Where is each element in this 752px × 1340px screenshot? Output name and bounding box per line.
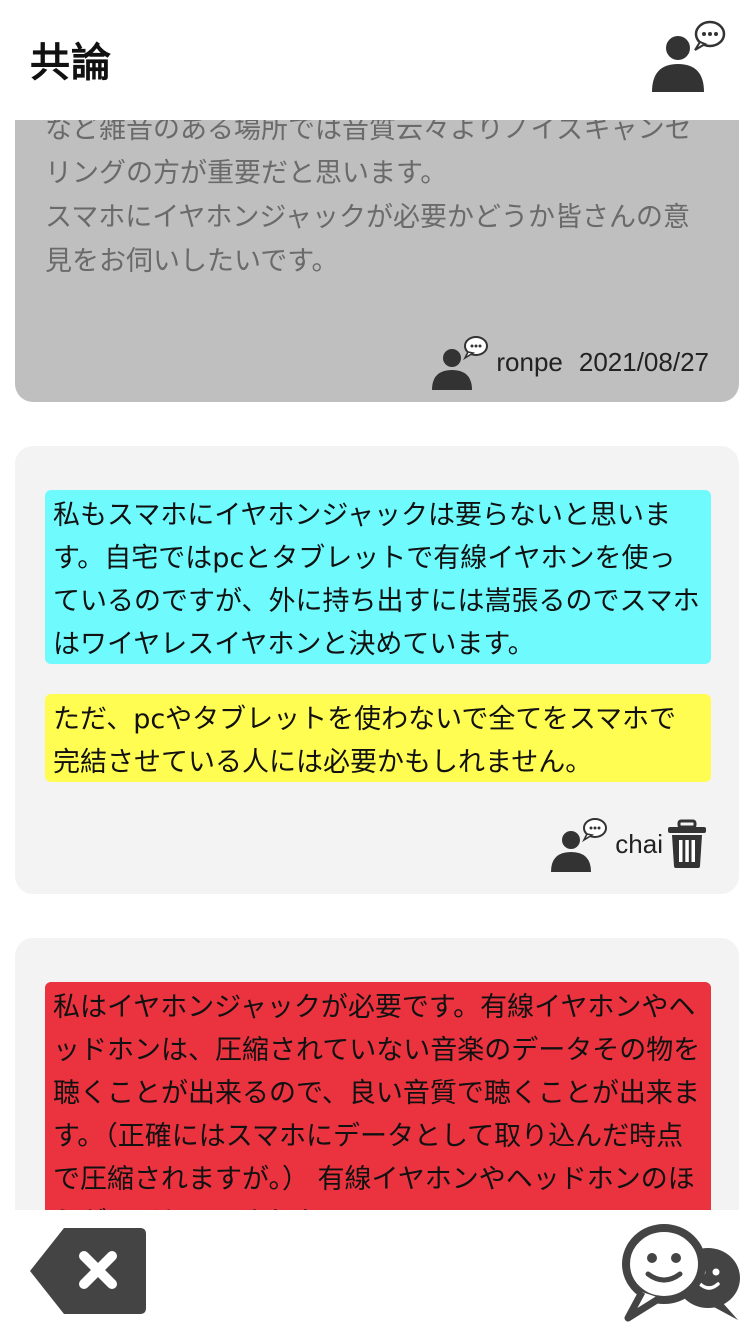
post-meta: ronpe 2021/08/27 xyxy=(430,332,709,392)
user-chat-icon xyxy=(652,20,726,92)
post-date: 2021/08/27 xyxy=(578,346,709,377)
top-bar: 共論 xyxy=(0,0,752,120)
comment-card: 私もスマホにイヤホンジャックは要らないと思います。自宅ではpcとタブレットで有線… xyxy=(15,446,739,894)
comment-segment-cyan: 私もスマホにイヤホンジャックは要らないと思います。自宅ではpcとタブレットで有線… xyxy=(45,490,711,664)
chat-bubbles-icon xyxy=(622,1224,740,1322)
profile-button[interactable] xyxy=(648,18,728,94)
comment-meta: chai xyxy=(549,814,709,874)
thread-feed[interactable]: など雑音のある場所では音質云々よりノイズキャンセリングの方が重要だと思います。 … xyxy=(0,120,752,1210)
bottom-bar xyxy=(0,1210,752,1340)
backspace-close-icon xyxy=(30,1228,146,1314)
comment-segment-yellow: ただ、pcやタブレットを使わないで全てをスマホで完結させている人には必要かもしれ… xyxy=(45,694,711,782)
post-author[interactable]: ronpe xyxy=(496,347,563,378)
back-button[interactable] xyxy=(28,1226,148,1316)
app-title: 共論 xyxy=(30,39,112,86)
trash-icon[interactable] xyxy=(665,819,709,869)
chat-button[interactable] xyxy=(620,1220,744,1324)
post-card: など雑音のある場所では音質云々よりノイズキャンセリングの方が重要だと思います。 … xyxy=(15,120,739,402)
post-body: など雑音のある場所では音質云々よりノイズキャンセリングの方が重要だと思います。 … xyxy=(45,120,692,277)
comment-card: 私はイヤホンジャックが必要です。有線イヤホンやヘッドホンは、圧縮されていない音楽… xyxy=(15,938,739,1210)
comment-segment-red: 私はイヤホンジャックが必要です。有線イヤホンやヘッドホンは、圧縮されていない音楽… xyxy=(45,982,711,1210)
user-chat-icon xyxy=(432,336,489,390)
comment-author[interactable]: chai xyxy=(615,829,663,860)
user-chat-icon xyxy=(551,818,608,872)
